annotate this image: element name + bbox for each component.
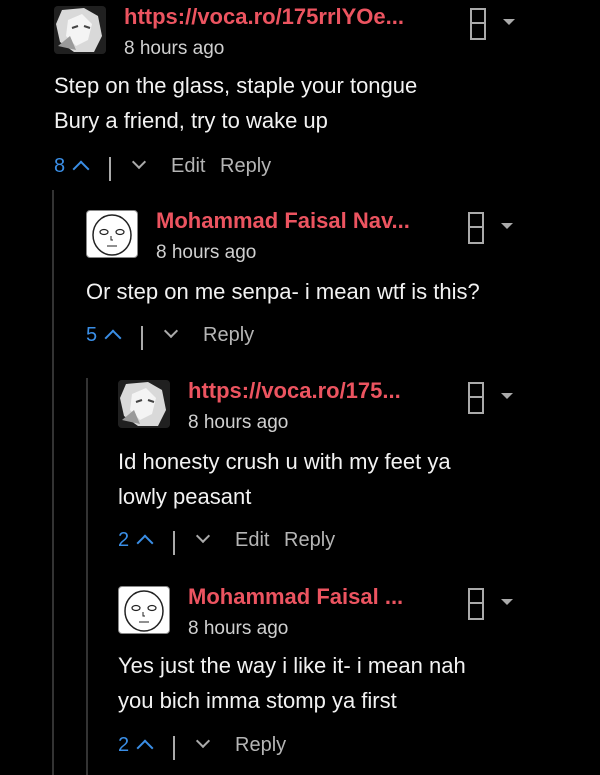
vote-separator bbox=[109, 157, 111, 181]
downvote-icon[interactable] bbox=[131, 154, 147, 170]
face-avatar-icon bbox=[124, 590, 164, 632]
comment-line: Bury a friend, try to wake up bbox=[54, 108, 328, 133]
comment-timestamp: 8 hours ago bbox=[124, 38, 225, 59]
vote-separator bbox=[141, 326, 143, 350]
reply-link[interactable]: Reply bbox=[235, 734, 286, 757]
comment: Mohammad Faisal Nav... 8 hours ago Or st… bbox=[86, 208, 600, 360]
downvote-icon[interactable] bbox=[163, 323, 179, 339]
expand-icon[interactable] bbox=[468, 212, 484, 244]
comment-body: Id honesty crush u with my feet ya lowly… bbox=[118, 444, 451, 514]
comment-author-link[interactable]: Mohammad Faisal Nav... bbox=[156, 208, 456, 234]
upvote-icon[interactable] bbox=[136, 534, 154, 552]
expand-icon[interactable] bbox=[468, 382, 484, 414]
downvote-icon[interactable] bbox=[195, 528, 211, 544]
expand-icon[interactable] bbox=[470, 8, 486, 40]
user-avatar[interactable] bbox=[54, 6, 106, 54]
reply-link[interactable]: Reply bbox=[203, 324, 254, 347]
comment-body: Yes just the way i like it- i mean nah y… bbox=[118, 648, 466, 718]
comment-author-link[interactable]: https://voca.ro/175... bbox=[188, 378, 448, 404]
caret-down-icon[interactable] bbox=[501, 599, 513, 605]
comment-body: Step on the glass, staple your tongue Bu… bbox=[54, 68, 417, 138]
caret-down-icon[interactable] bbox=[503, 19, 515, 25]
thread-line bbox=[52, 190, 54, 775]
upvote-icon[interactable] bbox=[72, 160, 90, 178]
comment: https://voca.ro/175... 8 hours ago Id ho… bbox=[118, 378, 600, 565]
anime-avatar-icon bbox=[54, 6, 106, 54]
vote-count: 5 bbox=[86, 324, 98, 346]
comment-author-link[interactable]: Mohammad Faisal ... bbox=[188, 584, 448, 610]
user-avatar[interactable] bbox=[86, 210, 138, 258]
comment-line: you bich imma stomp ya first bbox=[118, 688, 397, 713]
vote-count: 2 bbox=[118, 529, 130, 551]
thread-line bbox=[86, 378, 88, 775]
upvote-icon[interactable] bbox=[104, 329, 122, 347]
vote-count: 8 bbox=[54, 155, 66, 177]
vote-separator bbox=[173, 736, 175, 760]
caret-down-icon[interactable] bbox=[501, 223, 513, 229]
comment-timestamp: 8 hours ago bbox=[188, 412, 289, 433]
comment-line: Step on the glass, staple your tongue bbox=[54, 73, 418, 98]
downvote-icon[interactable] bbox=[195, 733, 211, 749]
user-avatar[interactable] bbox=[118, 380, 170, 428]
comment-author-link[interactable]: https://voca.ro/175rrlYOe... bbox=[124, 4, 454, 30]
vote-count: 2 bbox=[118, 734, 130, 756]
face-avatar-icon bbox=[92, 214, 132, 256]
comment-line: lowly peasant bbox=[118, 484, 252, 509]
caret-down-icon[interactable] bbox=[501, 393, 513, 399]
user-avatar[interactable] bbox=[118, 586, 170, 634]
comment-timestamp: 8 hours ago bbox=[156, 242, 257, 263]
reply-link[interactable]: Reply bbox=[284, 529, 335, 552]
comment-line: Yes just the way i like it- i mean nah bbox=[118, 653, 466, 678]
upvote-icon[interactable] bbox=[136, 739, 154, 757]
vote-separator bbox=[173, 531, 175, 555]
comment: https://voca.ro/175rrlYOe... 8 hours ago… bbox=[54, 4, 600, 186]
comment-body: Or step on me senpa- i mean wtf is this? bbox=[86, 274, 480, 309]
expand-icon[interactable] bbox=[468, 588, 484, 620]
reply-link[interactable]: Reply bbox=[220, 155, 271, 178]
comment-line: Or step on me senpa- i mean wtf is this? bbox=[86, 279, 480, 304]
comment-timestamp: 8 hours ago bbox=[188, 618, 289, 639]
comment: Mohammad Faisal ... 8 hours ago Yes just… bbox=[118, 584, 600, 771]
edit-link[interactable]: Edit bbox=[235, 529, 269, 552]
comment-line: Id honesty crush u with my feet ya bbox=[118, 449, 451, 474]
edit-link[interactable]: Edit bbox=[171, 155, 205, 178]
anime-avatar-icon bbox=[118, 380, 170, 428]
